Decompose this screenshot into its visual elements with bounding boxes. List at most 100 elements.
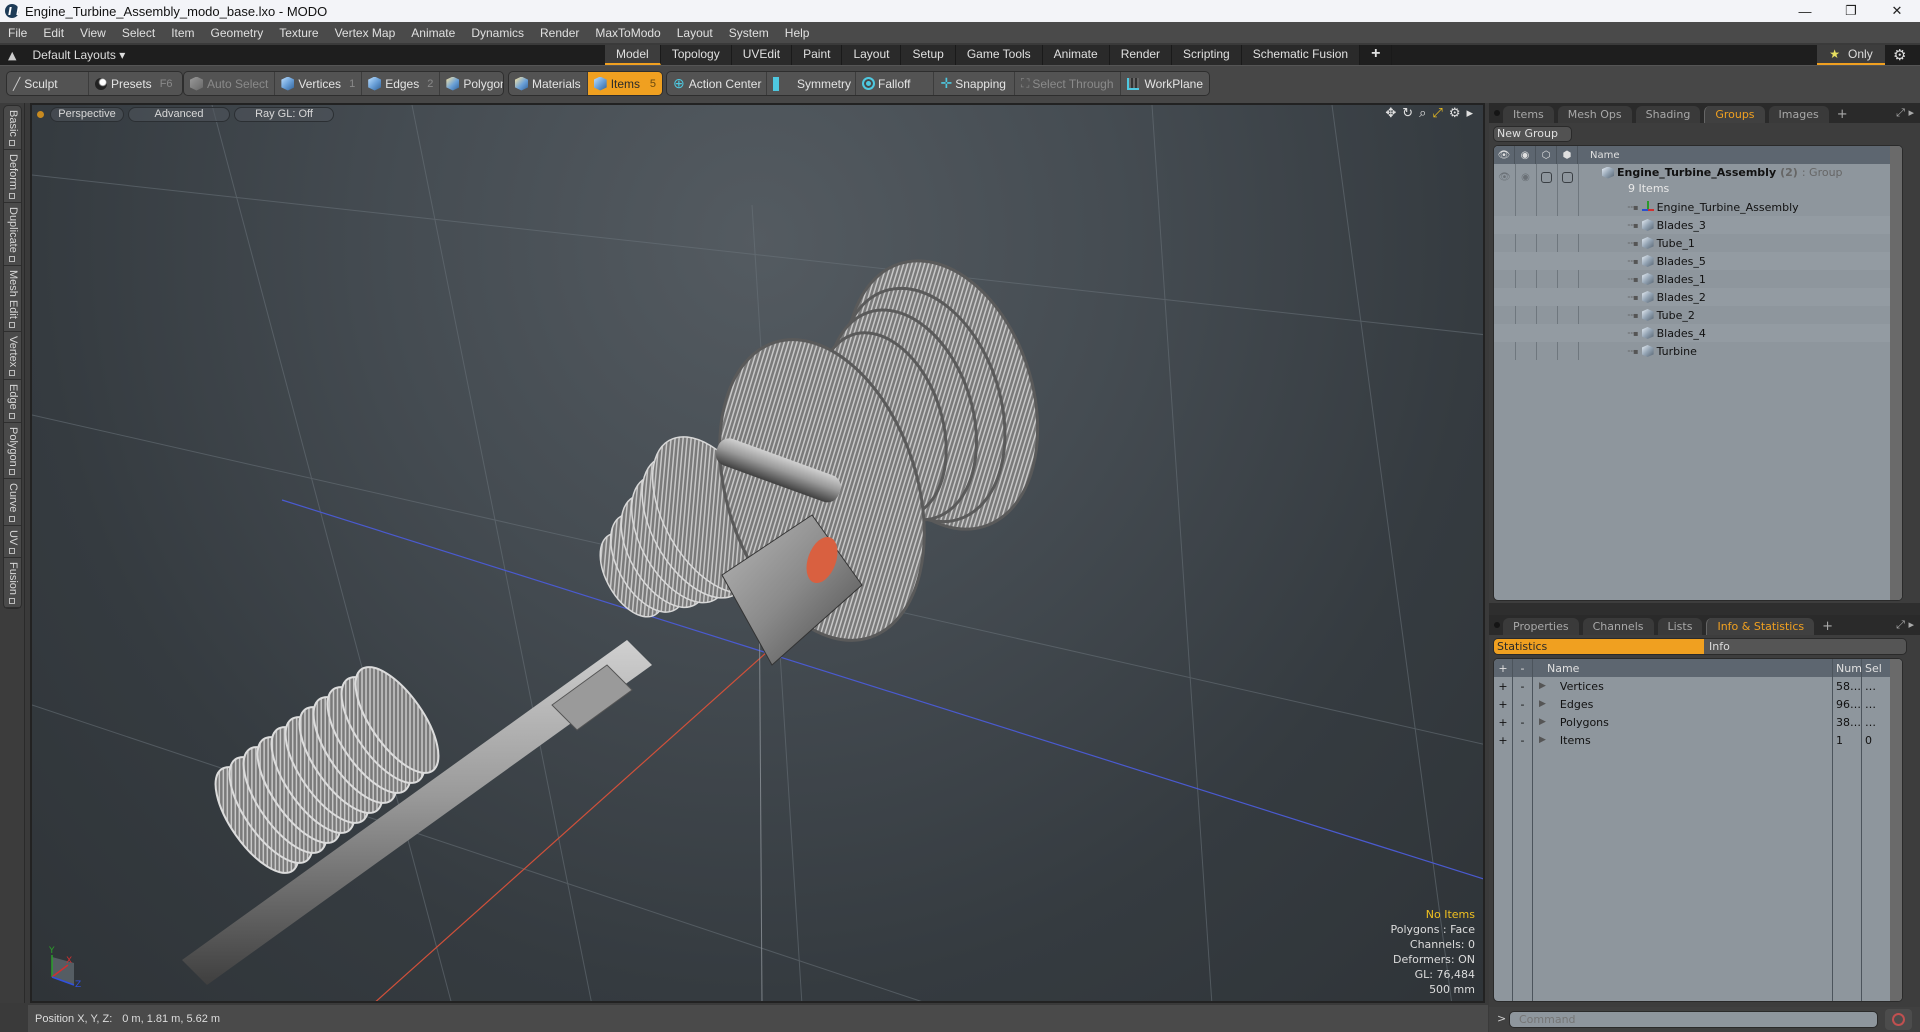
group-item-row[interactable]: ····▪ Blades_4	[1494, 324, 1902, 342]
select-column-icon[interactable]: ⬢	[1557, 146, 1578, 164]
new-group-button[interactable]: New Group	[1493, 126, 1572, 142]
menu-animate[interactable]: Animate	[403, 26, 463, 40]
group-item-row[interactable]: ····▪ Turbine	[1494, 342, 1902, 360]
left-tab-deform[interactable]: Deform	[4, 150, 21, 203]
name-column-header[interactable]: Name	[1578, 146, 1902, 164]
left-tab-fusion[interactable]: Fusion	[4, 558, 21, 609]
rotate-icon[interactable]: ↻	[1402, 106, 1413, 121]
viewport-settings-icon[interactable]: ⚙	[1449, 106, 1461, 121]
visibility-toggle-icon[interactable]: 👁	[1494, 172, 1515, 183]
collapse-row-button[interactable]: -	[1513, 677, 1533, 695]
collapse-all-header[interactable]: -	[1513, 659, 1533, 677]
menu-dynamics[interactable]: Dynamics	[463, 26, 532, 40]
action-center-button[interactable]: ⊕ Action Center	[667, 72, 767, 95]
lock-toggle[interactable]	[1536, 172, 1557, 183]
menu-edit[interactable]: Edit	[35, 26, 72, 40]
expand-row-button[interactable]: +	[1494, 677, 1513, 695]
auto-select-button[interactable]: Auto Select	[184, 72, 276, 95]
layout-collapse-icon[interactable]: ▲	[8, 49, 16, 62]
tab-shading[interactable]: Shading	[1635, 106, 1701, 123]
render-column-icon[interactable]: ◉	[1515, 146, 1536, 164]
panel-expand-icon[interactable]: ⤢ ▸	[1896, 618, 1914, 632]
statistics-row[interactable]: + - ▶ Items 1 0	[1494, 731, 1902, 749]
fit-view-icon[interactable]: ⤢	[1432, 106, 1442, 121]
materials-button[interactable]: Materials	[509, 72, 588, 95]
left-tab-curve[interactable]: Curve	[4, 479, 21, 526]
expand-row-button[interactable]: +	[1494, 713, 1513, 731]
left-tab-duplicate[interactable]: Duplicate	[4, 203, 21, 266]
tab-groups[interactable]: Groups	[1704, 106, 1765, 123]
group-root-row[interactable]: 👁 ◉ Engine_Turbine_Assembly (2) : Group …	[1494, 164, 1902, 198]
expand-arrow-icon[interactable]: ▶	[1539, 681, 1546, 691]
menu-help[interactable]: Help	[777, 26, 818, 40]
tab-setup[interactable]: Setup	[901, 45, 956, 65]
menu-render[interactable]: Render	[532, 26, 587, 40]
tab-images[interactable]: Images	[1768, 106, 1829, 123]
expand-row-button[interactable]: +	[1494, 695, 1513, 713]
tab-layout[interactable]: Layout	[842, 45, 902, 65]
polygons-button[interactable]: Polygons	[440, 72, 503, 95]
tab-paint[interactable]: Paint	[792, 45, 843, 65]
group-item-row[interactable]: ····▪ Tube_1	[1494, 234, 1902, 252]
maximize-button[interactable]: ❐	[1828, 0, 1874, 22]
close-button[interactable]: ✕	[1874, 0, 1920, 22]
name-header[interactable]: Name	[1533, 659, 1833, 677]
only-button[interactable]: ★ Only	[1817, 45, 1885, 65]
tab-render[interactable]: Render	[1109, 45, 1173, 65]
3d-viewport[interactable]: Perspective Advanced Ray GL: Off ✥ ↻ ⌕ ⤢…	[30, 103, 1485, 1003]
menu-vertex-map[interactable]: Vertex Map	[327, 26, 404, 40]
render-toggle-icon[interactable]: ◉	[1515, 172, 1536, 183]
layout-dropdown[interactable]: Default Layouts ▾	[32, 48, 125, 62]
left-tab-edge[interactable]: Edge	[4, 380, 21, 423]
left-tab-polygon[interactable]: Polygon	[4, 423, 21, 480]
view-mode-button[interactable]: Perspective	[50, 106, 124, 122]
add-panel-tab-button[interactable]: +	[1833, 106, 1852, 123]
symmetry-button[interactable]: Symmetry	[767, 72, 856, 95]
edges-button[interactable]: Edges 2	[362, 72, 441, 95]
panel-menu-dot[interactable]	[1494, 622, 1500, 628]
pan-icon[interactable]: ✥	[1385, 106, 1396, 121]
presets-button[interactable]: Presets F6	[89, 72, 182, 95]
viewport-menu-dot[interactable]	[37, 110, 44, 118]
lock-column-icon[interactable]: ⬡	[1536, 146, 1557, 164]
expand-arrow-icon[interactable]: ▶	[1539, 717, 1546, 727]
tab-animate[interactable]: Animate	[1042, 45, 1110, 65]
tab-properties[interactable]: Properties	[1503, 618, 1579, 635]
groups-scrollbar[interactable]	[1890, 146, 1902, 600]
tab-channels[interactable]: Channels	[1582, 618, 1654, 635]
left-tab-mesh-edit[interactable]: Mesh Edit	[4, 266, 21, 332]
tab-items[interactable]: Items	[1503, 106, 1554, 123]
raygl-button[interactable]: Ray GL: Off	[234, 106, 334, 122]
tab-game-tools[interactable]: Game Tools	[955, 45, 1043, 65]
select-toggle[interactable]	[1557, 172, 1578, 183]
tab-mesh-ops[interactable]: Mesh Ops	[1557, 106, 1632, 123]
select-through-button[interactable]: ⛶ Select Through	[1015, 72, 1121, 95]
record-macro-button[interactable]	[1885, 1009, 1912, 1030]
minimize-button[interactable]: —	[1782, 0, 1828, 22]
tab-schematic-fusion[interactable]: Schematic Fusion	[1241, 45, 1361, 65]
menu-file[interactable]: File	[0, 26, 35, 40]
panel-expand-icon[interactable]: ⤢ ▸	[1896, 106, 1914, 120]
group-item-row[interactable]: ····▪ Blades_2	[1494, 288, 1902, 306]
collapse-row-button[interactable]: -	[1513, 731, 1533, 749]
expand-all-header[interactable]: +	[1494, 659, 1513, 677]
tab-uvedit[interactable]: UVEdit	[731, 45, 793, 65]
left-tab-vertex[interactable]: Vertex	[4, 332, 21, 380]
snapping-button[interactable]: ✛ Snapping	[934, 72, 1015, 95]
group-item-row[interactable]: ····▪ Blades_5	[1494, 252, 1902, 270]
tab-scripting[interactable]: Scripting	[1172, 45, 1242, 65]
collapse-row-button[interactable]: -	[1513, 695, 1533, 713]
menu-texture[interactable]: Texture	[271, 26, 326, 40]
menu-item[interactable]: Item	[163, 26, 202, 40]
tab-topology[interactable]: Topology	[660, 45, 732, 65]
left-tab-basic[interactable]: Basic	[4, 106, 21, 150]
zoom-icon[interactable]: ⌕	[1419, 106, 1426, 121]
vertices-button[interactable]: Vertices 1	[275, 72, 363, 95]
info-toggle[interactable]: Info	[1704, 639, 1906, 654]
sculpt-button[interactable]: ╱ Sculpt	[7, 72, 89, 95]
statistics-row[interactable]: + - ▶ Polygons 38……	[1494, 713, 1902, 731]
falloff-button[interactable]: Falloff	[856, 72, 935, 95]
expand-arrow-icon[interactable]: ▶	[1539, 735, 1546, 745]
add-layout-tab-button[interactable]: +	[1360, 45, 1393, 65]
sel-header[interactable]: Sel	[1862, 659, 1890, 677]
